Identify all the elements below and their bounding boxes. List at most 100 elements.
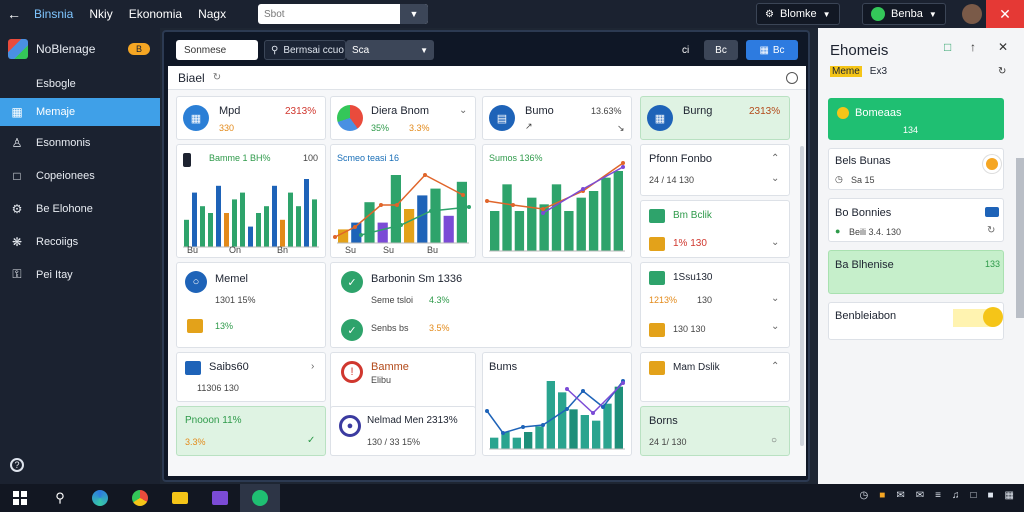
check-icon[interactable]: ✓ xyxy=(307,435,315,446)
chevron-down-icon[interactable]: ⌄ xyxy=(771,321,779,332)
chart-card[interactable]: Bums xyxy=(482,352,632,456)
chevron-down-icon[interactable]: ⌄ xyxy=(459,105,467,116)
app-tray-icon[interactable]: ■ xyxy=(879,490,885,501)
user-button[interactable]: Benba ▼ xyxy=(862,3,946,25)
scrollbar[interactable] xyxy=(1016,158,1024,318)
menu-item-1[interactable]: Binsnia xyxy=(34,7,73,21)
list-card[interactable]: Mam Dslik ⌃ xyxy=(640,352,790,402)
tab-1[interactable]: Sonmese xyxy=(176,40,258,60)
list-card[interactable]: Pfonn Fonbo ⌃ 24 / 14 130 ⌄ xyxy=(640,144,790,196)
account-button[interactable]: ⚙ Blomke ▼ xyxy=(756,3,840,25)
chevron-up-icon[interactable]: ⌃ xyxy=(771,361,779,372)
line-point xyxy=(485,409,489,413)
metric-card[interactable]: Saibs60 › 11306 130 xyxy=(176,352,326,402)
chevron-right-icon[interactable]: › xyxy=(311,361,314,372)
metric-card[interactable]: ● Nelmad Men 2313% 130 / 33 15% xyxy=(330,406,476,456)
menu-item-3[interactable]: Ekonomia xyxy=(129,7,182,21)
arrow-icon[interactable]: ↘ xyxy=(617,123,625,134)
primary-button[interactable]: ▦ Bc xyxy=(746,40,798,60)
line-point xyxy=(379,203,383,207)
edge-browser-icon[interactable] xyxy=(80,484,120,512)
profile-avatar[interactable] xyxy=(962,4,982,24)
sidebar-item-3[interactable]: ♙ Esonmonis xyxy=(0,126,160,159)
back-arrow-icon[interactable]: ← xyxy=(0,0,28,28)
chart-card[interactable]: Scmeo teasi 16 Su Su Bu xyxy=(330,144,476,258)
close-icon[interactable]: ✕ xyxy=(998,40,1008,54)
volume-icon[interactable]: ♫ xyxy=(952,490,960,501)
sidebar-item-7[interactable]: ⚿ Pei Itay xyxy=(0,258,160,291)
network-icon[interactable]: ≡ xyxy=(935,490,941,501)
notification-icon[interactable]: ■ xyxy=(988,490,994,501)
close-icon[interactable]: ✕ xyxy=(986,0,1024,28)
tab-label: Sonmese xyxy=(184,44,227,56)
sidebar-item-4[interactable]: □ Copeionees xyxy=(0,159,160,192)
chat-icon[interactable]: □ xyxy=(970,490,976,501)
card-subvalue: 1% 130 xyxy=(673,238,707,249)
panel-item[interactable]: Bels Bunas ◷ Sa 15 xyxy=(828,148,1004,190)
menu-item-2[interactable]: Nkiy xyxy=(89,7,112,21)
chevron-up-icon[interactable]: ⌃ xyxy=(771,153,779,164)
menu-item-4[interactable]: Nagx xyxy=(198,7,226,21)
search-icon[interactable]: ⚲ xyxy=(40,484,80,512)
mail-icon[interactable]: ✉ xyxy=(896,490,904,501)
line-point xyxy=(467,205,471,209)
bar xyxy=(256,213,261,247)
view-select[interactable]: Bc xyxy=(704,40,738,60)
chevron-down-icon[interactable]: ⌄ xyxy=(771,293,779,304)
refresh-icon[interactable]: ↻ xyxy=(987,225,995,236)
panel-item[interactable]: Ba Blhenise 133 xyxy=(828,250,1004,294)
refresh-icon[interactable]: ↻ xyxy=(213,72,221,83)
chrome-icon[interactable] xyxy=(120,484,160,512)
help-icon[interactable]: ? xyxy=(10,458,24,472)
metric-card[interactable]: ✓ Barbonin Sm 1336 Seme tsloi 4.3% ✓ Sen… xyxy=(330,262,632,348)
account-label: Blomke xyxy=(779,8,817,20)
expand-icon[interactable]: □ xyxy=(944,40,951,54)
settings-icon[interactable] xyxy=(786,71,798,84)
dropdown[interactable]: Sca ▼ xyxy=(346,40,434,60)
sidebar-item-2[interactable]: ▦ Memaje xyxy=(0,98,160,126)
kpi-card[interactable]: ▤ Bumo 13.63% ↗ ↘ xyxy=(482,96,632,140)
scrollbar[interactable] xyxy=(800,146,804,446)
line-point xyxy=(581,389,585,393)
search-field[interactable]: ⚲ Bermsai ccuo xyxy=(264,40,346,60)
refresh-icon[interactable]: ↻ xyxy=(998,66,1006,77)
media-icon[interactable] xyxy=(200,484,240,512)
chart-card[interactable]: Bamme 1 BH% 100 Bu On Bn xyxy=(176,144,326,258)
metric-card[interactable]: Borns 24 1/ 130 ○ xyxy=(640,406,790,456)
search-placeholder: Sbot xyxy=(264,8,285,20)
kpi-card[interactable]: ▦ Mpd 2313% 330 xyxy=(176,96,326,140)
folder-icon[interactable] xyxy=(160,484,200,512)
bar xyxy=(280,219,285,247)
card-title: Nelmad Men 2313% xyxy=(367,415,458,426)
sidebar-item-1[interactable]: Esbogle xyxy=(0,70,160,98)
bar xyxy=(200,206,205,247)
pin-icon[interactable]: ↑ xyxy=(970,40,976,54)
circle-icon[interactable]: ○ xyxy=(771,435,777,446)
mail-icon[interactable]: ✉ xyxy=(916,490,924,501)
chevron-down-icon[interactable]: ⌄ xyxy=(771,173,779,184)
settings-icon: ⚙ xyxy=(765,8,774,20)
metric-card[interactable]: Pnooon 11% 3.3% ✓ xyxy=(176,406,326,456)
app-icon[interactable] xyxy=(240,484,280,512)
panel-item[interactable]: Bomeaas 134 xyxy=(828,98,1004,140)
kpi-card[interactable]: ▦ Burng 2313% xyxy=(640,96,790,140)
list-card[interactable]: 1Ssu130 1213% 130 ⌄ 130 130 ⌄ xyxy=(640,262,790,348)
tab-active[interactable]: Meme xyxy=(830,66,862,77)
chevron-down-icon[interactable]: ▼ xyxy=(400,4,428,24)
start-icon[interactable] xyxy=(0,484,40,512)
panel-item[interactable]: Benbleiabon xyxy=(828,302,1004,340)
panel-item[interactable]: Bo Bonnies ● Beili 3.4. 130 ↻ xyxy=(828,198,1004,242)
clock-icon[interactable]: ◷ xyxy=(860,490,869,501)
sidebar-item-5[interactable]: ⚙ Be Elohone xyxy=(0,192,160,225)
system-icon[interactable]: ▦ xyxy=(1005,490,1014,501)
metric-card[interactable]: ○ Memel 1301 15% 13% xyxy=(176,262,326,348)
chevron-down-icon[interactable]: ⌄ xyxy=(771,237,779,248)
combo-chart xyxy=(485,379,625,450)
list-card[interactable]: Bm Bclik 1% 130 ⌄ xyxy=(640,200,790,258)
chart-card[interactable]: Sumos 136% xyxy=(482,144,632,258)
card-subvalue: 130 130 xyxy=(673,324,706,334)
kpi-card[interactable]: Diera Bnom ⌄ 35% 3.3% xyxy=(330,96,476,140)
tab-other[interactable]: Ex3 xyxy=(870,66,887,77)
sidebar-item-6[interactable]: ❋ Recoiigs xyxy=(0,225,160,258)
search-input[interactable]: Sbot ▼ xyxy=(258,4,428,24)
